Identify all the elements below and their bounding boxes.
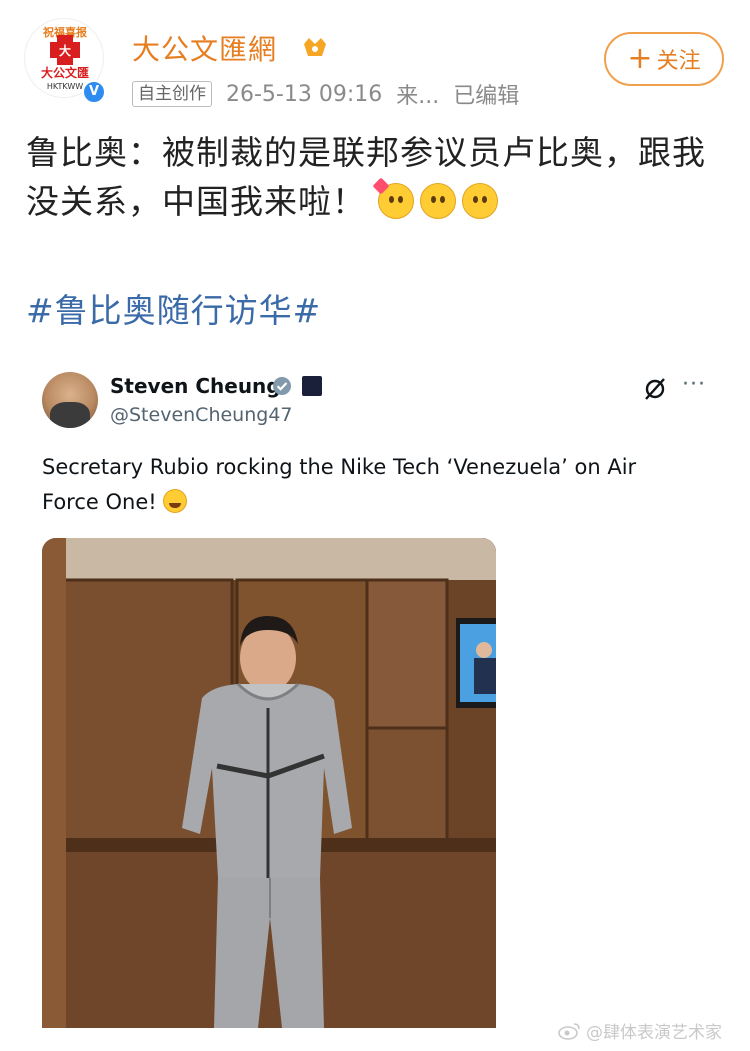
heart-face-emoji-icon <box>372 177 414 219</box>
post-meta: 自主创作 26-5-13 09:16 来... 已编辑 <box>132 78 519 110</box>
svg-text:大公文匯: 大公文匯 <box>41 65 89 80</box>
embedded-tweet: Steven Cheung @StevenCheung47 ··· Secret… <box>0 350 750 1030</box>
laughing-crying-emoji-icon <box>163 489 188 513</box>
vip-crown-icon <box>304 38 326 56</box>
winking-face-emoji-icon <box>461 183 498 219</box>
svg-text:大: 大 <box>59 43 71 58</box>
post-body-text: 鲁比奥：被制裁的是联邦参议员卢比奥，跟我没关系，中国我来啦！ <box>26 133 706 221</box>
verified-badge-icon: V <box>82 80 106 104</box>
original-content-tag: 自主创作 <box>132 81 212 107</box>
follow-label: 关注 <box>656 49 701 74</box>
plus-icon: + <box>627 41 653 76</box>
post-header: 祝福喜报 大 大公文匯 HKTKWW V 大公文匯網 自主创作 26-5-13 … <box>24 18 726 110</box>
weibo-logo-icon <box>558 1022 580 1040</box>
post-source[interactable]: 来... <box>396 78 439 110</box>
watermark-text: @肆体表演艺术家 <box>586 1023 722 1043</box>
account-avatar[interactable]: 祝福喜报 大 大公文匯 HKTKWW V <box>24 18 108 104</box>
tweet-photo-image <box>42 538 496 1028</box>
tweet-author-handle[interactable]: @StevenCheung47 <box>110 404 293 426</box>
grok-icon[interactable] <box>642 376 668 402</box>
tweet-author-avatar[interactable] <box>42 372 98 428</box>
post-time: 26-5-13 09:16 <box>226 81 383 107</box>
svg-text:HKTKWW: HKTKWW <box>47 82 83 91</box>
hugging-face-emoji-icon <box>419 183 456 219</box>
post-text: 鲁比奥：被制裁的是联邦参议员卢比奥，跟我没关系，中国我来啦！ <box>26 128 716 226</box>
account-name[interactable]: 大公文匯網 <box>132 28 277 68</box>
verified-check-icon <box>273 377 291 395</box>
hashtag-link[interactable]: #鲁比奥随行访华# <box>26 284 321 332</box>
tweet-body-text: Secretary Rubio rocking the Nike Tech ‘V… <box>42 455 637 514</box>
tweet-text: Secretary Rubio rocking the Nike Tech ‘V… <box>42 450 682 520</box>
edited-label[interactable]: 已编辑 <box>453 78 519 110</box>
follow-button[interactable]: + 关注 <box>604 32 724 86</box>
tweet-photo[interactable] <box>42 538 496 1028</box>
tweet-author-name[interactable]: Steven Cheung <box>110 374 281 398</box>
more-options-icon[interactable]: ··· <box>682 372 706 397</box>
weibo-watermark: @肆体表演艺术家 <box>558 1018 722 1043</box>
affiliation-badge-icon <box>302 376 322 396</box>
